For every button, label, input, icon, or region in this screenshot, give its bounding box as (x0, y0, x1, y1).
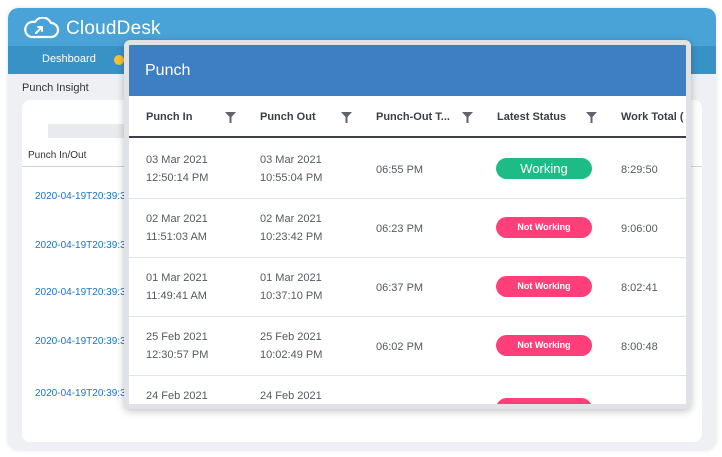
punch-out-cell: 24 Feb 2021 (260, 390, 322, 402)
background-row-link[interactable]: 2020-04-19T20:39:3 (35, 287, 126, 298)
column-header-latest-status: Latest Status (497, 111, 567, 123)
table-header: Punch In Punch Out Punch-Out T... Latest… (129, 96, 686, 138)
cloud-logo-icon (24, 17, 60, 39)
modal-title: Punch (145, 62, 191, 79)
background-row-link[interactable]: 2020-04-19T20:39:3 (35, 191, 126, 202)
filter-icon[interactable] (462, 112, 473, 123)
punch-out-time-cell: 06:37 PM (376, 282, 424, 294)
status-badge (496, 398, 592, 404)
punch-in-cell: 25 Feb 2021 12:30:57 PM (146, 331, 209, 361)
punch-in-cell: 01 Mar 2021 11:49:41 AM (146, 272, 208, 302)
column-header-punch-out-time: Punch-Out T... (376, 111, 450, 123)
punch-out-time-cell: 06:23 PM (376, 223, 424, 235)
brand-name: CloudDesk (66, 18, 161, 39)
column-header-punch-in: Punch In (146, 111, 193, 123)
background-column-header: Punch In/Out (28, 150, 87, 161)
punch-in-cell: 02 Mar 2021 11:51:03 AM (146, 213, 208, 243)
filter-icon[interactable] (341, 112, 352, 123)
nav-dashboard-link[interactable]: Deshboard (42, 53, 96, 65)
punch-out-time-cell: 06:02 PM (376, 341, 424, 353)
column-header-work-total: Work Total ( (621, 111, 684, 123)
status-badge: Not Working (496, 276, 592, 297)
work-total-cell: 9:06:00 (621, 223, 658, 235)
punch-modal: Punch Punch In Punch Out Punch-Out T... … (124, 40, 691, 409)
work-total-cell: 8:02:41 (621, 282, 658, 294)
table-row[interactable]: 02 Mar 2021 11:51:03 AM 02 Mar 2021 10:23:… (129, 199, 686, 258)
background-row-link[interactable]: 2020-04-19T20:39:3 (35, 240, 126, 251)
punch-out-cell: 01 Mar 2021 10:37:10 PM (260, 272, 323, 302)
column-header-punch-out: Punch Out (260, 111, 316, 123)
background-row-link[interactable]: 2020-04-19T20:39:3 (35, 336, 126, 347)
table-row[interactable]: 01 Mar 2021 11:49:41 AM 01 Mar 2021 10:37:… (129, 258, 686, 317)
status-badge: Working (496, 158, 592, 179)
work-total-cell: 8:29:50 (621, 164, 658, 176)
background-row-link[interactable]: 2020-04-19T20:39:3 (35, 388, 126, 399)
punch-in-cell: 03 Mar 2021 12:50:14 PM (146, 154, 209, 184)
table-row[interactable]: 25 Feb 2021 12:30:57 PM 25 Feb 2021 10:02:… (129, 317, 686, 376)
nav-indicator-dot (114, 55, 124, 65)
filter-icon[interactable] (225, 112, 236, 123)
section-title: Punch Insight (22, 82, 89, 94)
punch-out-cell: 02 Mar 2021 10:23:42 PM (260, 213, 323, 243)
punch-out-cell: 03 Mar 2021 10:55:04 PM (260, 154, 323, 184)
table-row[interactable]: 03 Mar 2021 12:50:14 PM 03 Mar 2021 10:55:… (129, 140, 686, 199)
punch-in-cell: 24 Feb 2021 (146, 390, 208, 402)
table-row[interactable]: 24 Feb 2021 24 Feb 2021 (129, 376, 686, 404)
filter-icon[interactable] (586, 112, 597, 123)
punch-out-cell: 25 Feb 2021 10:02:49 PM (260, 331, 323, 361)
status-badge: Not Working (496, 335, 592, 356)
work-total-cell: 8:00:48 (621, 341, 658, 353)
punch-out-time-cell: 06:55 PM (376, 164, 424, 176)
modal-header: Punch (129, 45, 686, 96)
status-badge: Not Working (496, 217, 592, 238)
